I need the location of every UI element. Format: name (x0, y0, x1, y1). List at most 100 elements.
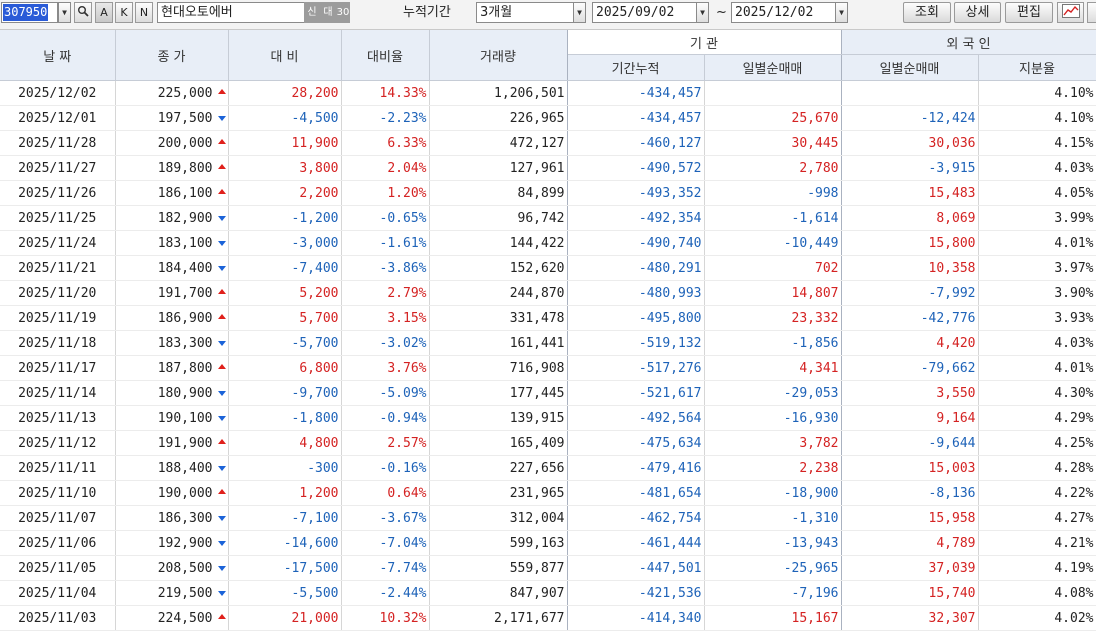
change-cell: 2,200 (228, 180, 342, 206)
stock-code-dropdown-button[interactable]: ▼ (58, 2, 71, 23)
period-dropdown-button[interactable]: ▼ (573, 2, 586, 23)
inst-cumulative-cell: -414,340 (567, 605, 705, 631)
change-rate-cell: -5.09% (341, 380, 430, 406)
table-row[interactable]: 2025/11/17 187,800 6,800 3.76% 716,908 -517,2… (0, 355, 1096, 381)
table-row[interactable]: 2025/11/19 186,900 5,700 3.15% 331,478 -495,8… (0, 305, 1096, 331)
table-row[interactable]: 2025/11/05 208,500 -17,500 -7.74% 559,877 -44… (0, 555, 1096, 581)
volume-cell: 144,422 (429, 230, 568, 256)
col-foreign-daily-header[interactable]: 일별순매매 (841, 54, 979, 81)
date-from-calendar-button[interactable]: ▼ (696, 2, 709, 23)
col-close-header[interactable]: 종 가 (115, 30, 229, 81)
col-inst-cumulative-header[interactable]: 기간누적 (567, 54, 705, 81)
change-cell: -3,000 (228, 230, 342, 256)
table-row[interactable]: 2025/11/20 191,700 5,200 2.79% 244,870 -480,9… (0, 280, 1096, 306)
close-cell: 186,300 (115, 505, 229, 531)
period-select[interactable]: 3개월 (476, 2, 576, 23)
date-to-calendar-button[interactable]: ▼ (835, 2, 848, 23)
inst-daily-cell-text: -18,900 (783, 485, 839, 501)
table-row[interactable]: 2025/11/21 184,400 -7,400 -3.86% 152,620 -480… (0, 255, 1096, 281)
col-volume-header[interactable]: 거래량 (429, 30, 568, 81)
foreign-share-cell-text: 4.30% (1054, 385, 1094, 401)
extra-button[interactable] (1087, 2, 1096, 23)
table-row[interactable]: 2025/11/07 186,300 -7,100 -3.67% 312,004 -462… (0, 505, 1096, 531)
table-row[interactable]: 2025/12/01 197,500 -4,500 -2.23% 226,965 -434… (0, 105, 1096, 131)
volume-cell: 312,004 (429, 505, 568, 531)
foreign-daily-cell: -12,424 (841, 105, 979, 131)
col-foreign-share-header[interactable]: 지분율 (978, 54, 1096, 81)
change-rate-cell: 14.33% (341, 80, 430, 106)
change-cell-text: 5,700 (299, 310, 339, 326)
table-row[interactable]: 2025/11/11 188,400 -300 -0.16% 227,656 -479,4… (0, 455, 1096, 481)
foreign-share-cell-text: 4.03% (1054, 335, 1094, 351)
foreign-share-cell: 3.97% (978, 255, 1096, 281)
table-row[interactable]: 2025/11/10 190,000 1,200 0.64% 231,965 -481,6… (0, 480, 1096, 506)
volume-cell-text: 472,127 (509, 135, 565, 151)
col-date-header[interactable]: 날 짜 (0, 30, 116, 81)
change-cell-text: -300 (307, 460, 339, 476)
table-row[interactable]: 2025/11/28 200,000 11,900 6.33% 472,127 -460,… (0, 130, 1096, 156)
close-cell-text: 180,900 (157, 385, 213, 401)
date-to-input[interactable]: 2025/12/02 (731, 2, 837, 23)
date-from-input[interactable]: 2025/09/02 (592, 2, 698, 23)
foreign-daily-cell-text: 4,789 (936, 535, 976, 551)
table-row[interactable]: 2025/11/25 182,900 -1,200 -0.65% 96,742 -492,… (0, 205, 1096, 231)
table-row[interactable]: 2025/11/24 183,100 -3,000 -1.61% 144,422 -490… (0, 230, 1096, 256)
detail-button[interactable]: 상세 (954, 2, 1001, 23)
date-cell: 2025/11/24 (0, 230, 116, 256)
close-cell-text: 186,300 (157, 510, 213, 526)
table-row[interactable]: 2025/11/26 186,100 2,200 1.20% 84,899 -493,35… (0, 180, 1096, 206)
foreign-share-cell-text: 3.99% (1054, 210, 1094, 226)
change-cell-text: -3,000 (291, 235, 339, 251)
foreign-share-cell: 4.01% (978, 355, 1096, 381)
market-n-button[interactable]: N (135, 2, 153, 23)
stock-search-button[interactable] (74, 2, 92, 23)
table-row[interactable]: 2025/11/27 189,800 3,800 2.04% 127,961 -490,5… (0, 155, 1096, 181)
chart-button[interactable] (1057, 2, 1084, 23)
foreign-share-cell-text: 4.01% (1054, 235, 1094, 251)
table-row[interactable]: 2025/11/12 191,900 4,800 2.57% 165,409 -475,6… (0, 430, 1096, 456)
table-row[interactable]: 2025/11/18 183,300 -5,700 -3.02% 161,441 -519… (0, 330, 1096, 356)
volume-cell: 472,127 (429, 130, 568, 156)
stock-code-input[interactable]: 307950 (1, 2, 58, 23)
foreign-daily-cell: -3,915 (841, 155, 979, 181)
volume-cell: 161,441 (429, 330, 568, 356)
inst-daily-cell-text: 702 (815, 260, 839, 276)
inst-cumulative-cell-text: -519,132 (638, 335, 702, 351)
foreign-daily-cell: 32,307 (841, 605, 979, 631)
table-row[interactable]: 2025/11/14 180,900 -9,700 -5.09% 177,445 -521… (0, 380, 1096, 406)
edit-button[interactable]: 편집 (1005, 2, 1053, 23)
change-cell: -17,500 (228, 555, 342, 581)
col-inst-daily-header[interactable]: 일별순매매 (704, 54, 842, 81)
table-row[interactable]: 2025/12/02 225,000 28,200 14.33% 1,206,501 -4… (0, 80, 1096, 106)
date-cell: 2025/11/06 (0, 530, 116, 556)
col-change-header[interactable]: 대 비 (228, 30, 342, 81)
change-rate-cell-text: 14.33% (379, 85, 427, 101)
foreign-share-cell: 4.28% (978, 455, 1096, 481)
table-row[interactable]: 2025/11/03 224,500 21,000 10.32% 2,171,677 -4… (0, 605, 1096, 631)
change-rate-cell-text: -3.02% (379, 335, 427, 351)
table-row[interactable]: 2025/11/13 190,100 -1,800 -0.94% 139,915 -492… (0, 405, 1096, 431)
date-cell: 2025/11/28 (0, 130, 116, 156)
inst-daily-cell-text: -1,856 (791, 335, 839, 351)
foreign-daily-cell: 10,358 (841, 255, 979, 281)
inst-cumulative-cell-text: -462,754 (638, 510, 702, 526)
close-cell-text: 183,300 (157, 335, 213, 351)
inst-daily-cell-text: 30,445 (791, 135, 839, 151)
foreign-share-cell: 4.10% (978, 105, 1096, 131)
market-k-button[interactable]: K (115, 2, 133, 23)
stock-code-text: 307950 (3, 4, 49, 21)
volume-cell: 2,171,677 (429, 605, 568, 631)
query-button[interactable]: 조회 (903, 2, 951, 23)
table-row[interactable]: 2025/11/06 192,900 -14,600 -7.04% 599,163 -46… (0, 530, 1096, 556)
volume-cell-text: 2,171,677 (494, 610, 565, 626)
change-rate-cell-text: -0.94% (379, 410, 427, 426)
volume-cell-text: 231,965 (509, 485, 565, 501)
table-row[interactable]: 2025/11/04 219,500 -5,500 -2.44% 847,907 -421… (0, 580, 1096, 606)
col-change-rate-header[interactable]: 대비율 (341, 30, 430, 81)
market-a-button[interactable]: A (95, 2, 113, 23)
foreign-share-cell-text: 3.90% (1054, 285, 1094, 301)
date-cell: 2025/11/07 (0, 505, 116, 531)
date-range-tilde: ~ (716, 5, 727, 20)
volume-cell: 165,409 (429, 430, 568, 456)
triangle-down-icon (217, 466, 226, 471)
